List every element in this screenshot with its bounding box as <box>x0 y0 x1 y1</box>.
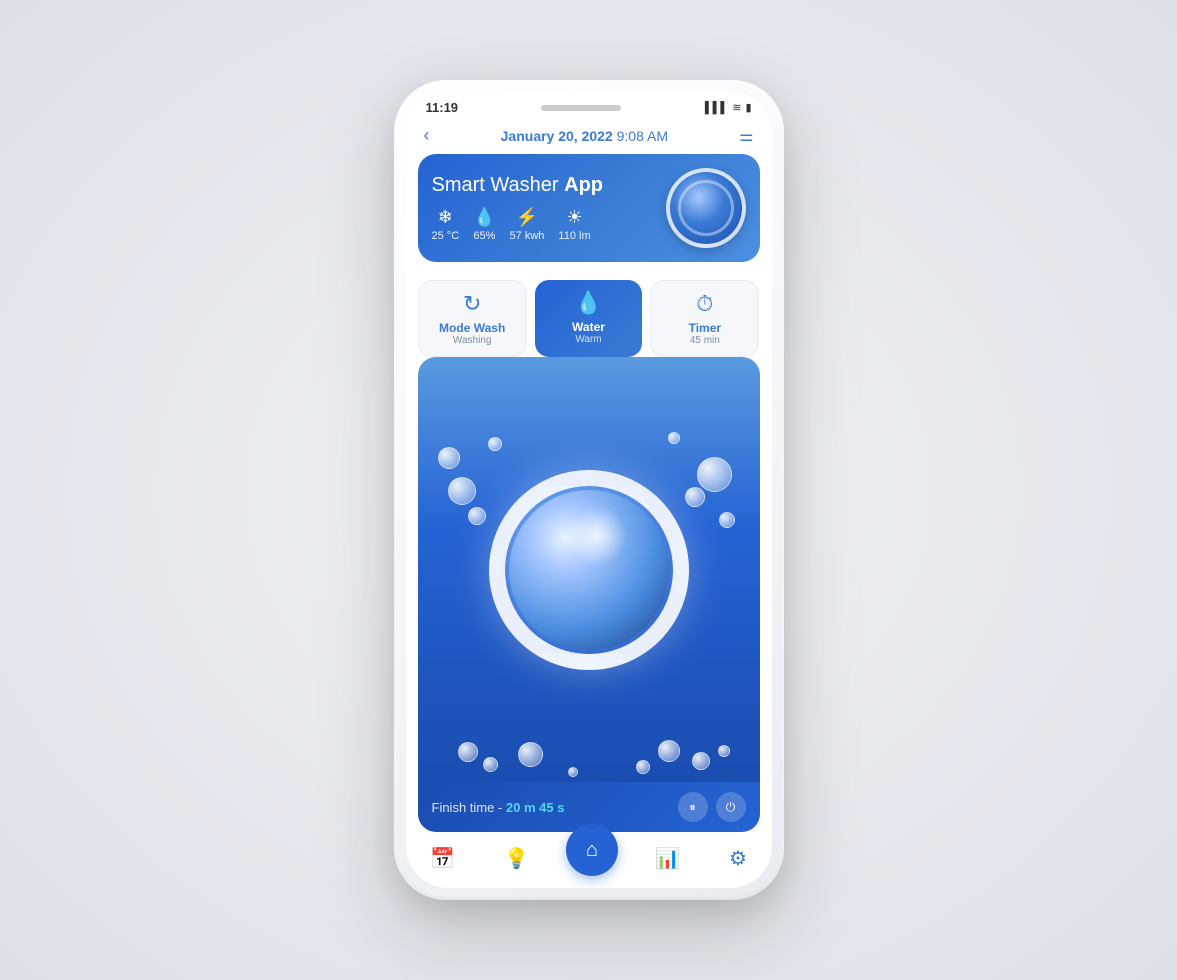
lightbulb-icon: 💡 <box>504 846 529 871</box>
filter-icon[interactable]: ⚌ <box>739 126 753 146</box>
nav-tips[interactable]: 💡 <box>492 842 541 875</box>
washer-banner: Smart Washer App ❄ 25 °C 💧 65% ⚡ 57 kwh <box>418 154 760 262</box>
bubble <box>448 477 476 505</box>
header-date: January 20, 2022 9:08 AM <box>501 128 668 144</box>
water-sub: Warm <box>575 334 601 345</box>
back-button[interactable]: ‹ <box>424 125 430 146</box>
phone-screen: 11:19 ▌▌▌ ≋ ▮ ‹ January 20, 2022 9:08 AM… <box>406 92 772 888</box>
power-icon: ⏻ <box>726 800 736 815</box>
mode-wash-sub: Washing <box>453 335 492 346</box>
finish-text: Finish time - 20 m 45 s <box>432 800 668 815</box>
water-button[interactable]: 💧 Water Warm <box>535 280 642 357</box>
nav-settings[interactable]: ⚙ <box>717 842 759 875</box>
pause-button[interactable]: ⏸ <box>678 792 708 822</box>
wash-animation-area <box>418 357 760 782</box>
bubble <box>636 760 650 774</box>
timer-label: Timer <box>689 321 721 335</box>
timer-sub: 45 min <box>690 335 720 346</box>
wifi-icon: ≋ <box>732 101 741 114</box>
power-button <box>784 280 788 350</box>
timer-button[interactable]: ⏱ Timer 45 min <box>650 280 759 357</box>
water-icon: 💧 <box>575 290 602 316</box>
lightning-icon: ⚡ <box>516 207 538 228</box>
stat-humidity: 💧 65% <box>473 207 495 242</box>
settings-icon: ⚙ <box>729 846 747 871</box>
light-value: 110 lm <box>558 230 590 242</box>
sun-icon: ☀ <box>566 207 582 228</box>
bubble <box>658 740 680 762</box>
humidity-value: 65% <box>473 230 495 242</box>
drop-icon: 💧 <box>473 207 495 228</box>
bubble <box>458 742 478 762</box>
banner-title-light: Smart Washer <box>432 174 559 196</box>
pause-icon: ⏸ <box>689 800 695 815</box>
bottom-nav: 📅 💡 ⌂ 📊 ⚙ <box>406 832 772 888</box>
bubble <box>468 507 486 525</box>
nav-home[interactable]: ⌂ <box>566 824 618 876</box>
mode-wash-label: Mode Wash <box>439 321 505 335</box>
stat-energy: ⚡ 57 kwh <box>510 207 545 242</box>
mode-row: ↻ Mode Wash Washing 💧 Water Warm ⏱ Timer… <box>418 280 760 357</box>
status-bar: 11:19 ▌▌▌ ≋ ▮ <box>406 92 772 119</box>
bubble <box>488 437 502 451</box>
bubble <box>719 512 735 528</box>
bubble <box>568 767 578 777</box>
phone-shell: 11:19 ▌▌▌ ≋ ▮ ‹ January 20, 2022 9:08 AM… <box>394 80 784 900</box>
status-notch <box>541 105 621 111</box>
banner-stats: ❄ 25 °C 💧 65% ⚡ 57 kwh ☀ 110 lm <box>432 207 656 242</box>
bubble <box>483 757 498 772</box>
banner-text: Smart Washer App ❄ 25 °C 💧 65% ⚡ 57 kwh <box>432 174 656 242</box>
bubble <box>438 447 460 469</box>
bubble <box>697 457 732 492</box>
wash-mode-icon: ↻ <box>463 291 481 317</box>
banner-title: Smart Washer App <box>432 174 656 197</box>
bubble <box>685 487 705 507</box>
finish-time: 20 m 45 s <box>506 800 565 815</box>
finish-controls: ⏸ ⏻ <box>678 792 746 822</box>
signal-icon: ▌▌▌ <box>705 102 728 114</box>
header-nav: ‹ January 20, 2022 9:08 AM ⚌ <box>406 119 772 154</box>
bubble <box>518 742 543 767</box>
home-icon: ⌂ <box>586 839 598 862</box>
stat-light: ☀ 110 lm <box>558 207 590 242</box>
status-icons: ▌▌▌ ≋ ▮ <box>705 101 752 114</box>
timer-icon: ⏱ <box>696 291 713 317</box>
washer-thumbnail <box>666 168 746 248</box>
bubble <box>668 432 680 444</box>
bubble <box>692 752 710 770</box>
energy-value: 57 kwh <box>510 230 545 242</box>
battery-icon: ▮ <box>745 101 751 114</box>
drum-circle <box>489 470 689 670</box>
nav-calendar[interactable]: 📅 <box>418 842 467 875</box>
banner-title-bold: App <box>564 174 603 196</box>
calendar-icon: 📅 <box>430 846 455 871</box>
status-time: 11:19 <box>426 100 459 115</box>
nav-stats[interactable]: 📊 <box>643 842 692 875</box>
volume-button <box>390 240 394 280</box>
chart-icon: 📊 <box>655 846 680 871</box>
mode-wash-button[interactable]: ↻ Mode Wash Washing <box>418 280 527 357</box>
finish-prefix: Finish time - <box>432 800 503 815</box>
stat-temperature: ❄ 25 °C <box>432 207 460 242</box>
temp-value: 25 °C <box>432 230 460 242</box>
snowflake-icon: ❄ <box>438 207 453 228</box>
power-cycle-button[interactable]: ⏻ <box>716 792 746 822</box>
water-label: Water <box>572 320 605 334</box>
bubble <box>718 745 730 757</box>
